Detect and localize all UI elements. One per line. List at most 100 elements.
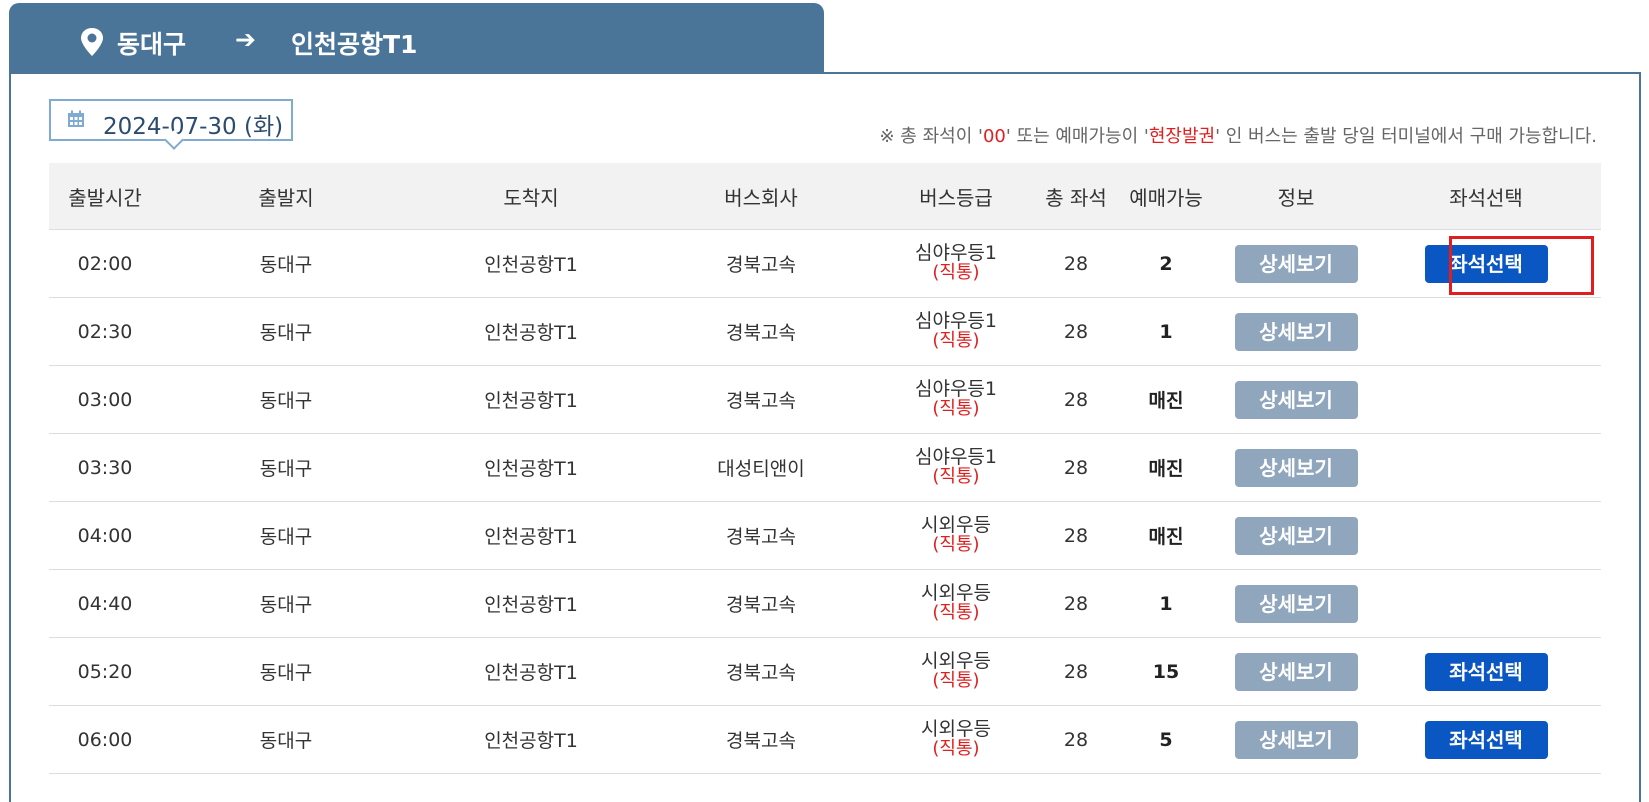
company-cell: 경북고속 (651, 501, 871, 570)
availability-cell: 1 (1111, 297, 1221, 366)
grade-label: 시외우등 (921, 650, 991, 672)
departure-time: 04:40 (49, 569, 161, 638)
total-seats-cell: 28 (1041, 229, 1111, 298)
availability-cell: 5 (1111, 705, 1221, 774)
detail-button[interactable]: 상세보기 (1234, 516, 1358, 555)
selection-highlight-box (1449, 236, 1594, 295)
table-row: 02:00 동대구 인천공항T1 경북고속 심야우등1 (직통) 28 2 상세보기 좌석선택 (49, 229, 1601, 298)
column-header: 버스등급 (871, 163, 1041, 230)
seat-select-cell (1371, 501, 1601, 570)
direct-label: (직통) (932, 534, 980, 555)
info-cell: 상세보기 (1221, 637, 1371, 706)
route-destination: 인천공항T1 (291, 30, 418, 59)
bus-schedule-table: 출발시간 출발지 도착지 버스회사 버스등급 총 좌석 예매가능 정보 좌석선택 02:00 동대… (49, 163, 1601, 774)
bus-grade: 시외우등 (직통) (921, 514, 991, 555)
bus-grade: 심야우등1 (직통) (914, 310, 997, 351)
direct-label: (직통) (932, 670, 980, 691)
seat-select-cell (1371, 569, 1601, 638)
column-header: 출발시간 (49, 163, 161, 230)
info-cell: 상세보기 (1221, 501, 1371, 570)
notice-text: ' 또는 예매가능이 ' (1005, 126, 1149, 147)
table-row: 05:20 동대구 인천공항T1 경북고속 시외우등 (직통) 28 15 상세보기 좌석선택 (49, 637, 1601, 706)
detail-button[interactable]: 상세보기 (1234, 312, 1358, 351)
destination-cell: 인천공항T1 (411, 365, 651, 434)
origin-cell: 동대구 (161, 569, 411, 638)
departure-time: 02:30 (49, 297, 161, 366)
info-cell: 상세보기 (1221, 365, 1371, 434)
availability-cell: 매진 (1111, 365, 1221, 434)
availability-cell: 매진 (1111, 501, 1221, 570)
grade-cell: 심야우등1 (직통) (871, 297, 1041, 366)
detail-button[interactable]: 상세보기 (1234, 720, 1358, 759)
info-cell: 상세보기 (1221, 433, 1371, 502)
grade-cell: 시외우등 (직통) (871, 501, 1041, 570)
detail-button[interactable]: 상세보기 (1234, 448, 1358, 487)
detail-button[interactable]: 상세보기 (1234, 652, 1358, 691)
detail-button[interactable]: 상세보기 (1234, 380, 1358, 419)
destination-cell: 인천공항T1 (411, 433, 651, 502)
direct-label: (직통) (932, 262, 980, 283)
direct-label: (직통) (932, 738, 980, 759)
bus-grade: 심야우등1 (직통) (914, 378, 997, 419)
grade-cell: 시외우등 (직통) (871, 705, 1041, 774)
departure-time: 06:00 (49, 705, 161, 774)
arrow-right-icon: ➔ (235, 25, 256, 54)
origin-cell: 동대구 (161, 637, 411, 706)
grade-label: 심야우등1 (914, 310, 997, 332)
bus-grade: 시외우등 (직통) (921, 720, 991, 759)
seat-select-button[interactable]: 좌석선택 (1424, 652, 1548, 691)
bus-grade: 시외우등 (직통) (921, 650, 991, 691)
detail-button[interactable]: 상세보기 (1234, 584, 1358, 623)
total-seats-cell: 28 (1041, 501, 1111, 570)
grade-label: 시외우등 (921, 582, 991, 604)
column-header: 출발지 (161, 163, 411, 230)
route-origin: 동대구 (117, 30, 187, 59)
origin-cell: 동대구 (161, 297, 411, 366)
bus-grade: 시외우등 (직통) (921, 582, 991, 623)
seat-select-button[interactable]: 좌석선택 (1424, 720, 1548, 759)
seat-select-cell: 좌석선택 (1371, 637, 1601, 706)
availability-cell: 2 (1111, 229, 1221, 298)
origin-cell: 동대구 (161, 705, 411, 774)
column-header: 좌석선택 (1371, 163, 1601, 230)
direct-label: (직통) (932, 466, 980, 487)
info-cell: 상세보기 (1221, 569, 1371, 638)
date-selector[interactable]: 2024-07-30 (화) (49, 99, 293, 141)
destination-cell: 인천공항T1 (411, 569, 651, 638)
company-cell: 경북고속 (651, 637, 871, 706)
total-seats-cell: 28 (1041, 569, 1111, 638)
location-pin-icon (81, 28, 103, 56)
departure-time: 04:00 (49, 501, 161, 570)
bus-grade: 심야우등1 (직통) (914, 446, 997, 487)
calendar-icon (68, 110, 84, 127)
departure-time: 05:20 (49, 637, 161, 706)
availability-cell: 1 (1111, 569, 1221, 638)
table-row: 02:30 동대구 인천공항T1 경북고속 심야우등1 (직통) 28 1 상세보기 (49, 297, 1601, 366)
table-header-row: 출발시간 출발지 도착지 버스회사 버스등급 총 좌석 예매가능 정보 좌석선택 (49, 163, 1601, 230)
info-cell: 상세보기 (1221, 297, 1371, 366)
company-cell: 경북고속 (651, 229, 871, 298)
company-cell: 대성티앤이 (651, 433, 871, 502)
column-header: 총 좌석 (1041, 163, 1111, 230)
availability-cell: 매진 (1111, 433, 1221, 502)
table-row: 04:40 동대구 인천공항T1 경북고속 시외우등 (직통) 28 1 상세보기 (49, 569, 1601, 638)
grade-label: 심야우등1 (914, 446, 997, 468)
total-seats-cell: 28 (1041, 297, 1111, 366)
seat-select-cell (1371, 297, 1601, 366)
detail-button[interactable]: 상세보기 (1234, 244, 1358, 283)
grade-label: 시외우등 (921, 514, 991, 536)
total-seats-cell: 28 (1041, 705, 1111, 774)
destination-cell: 인천공항T1 (411, 637, 651, 706)
seat-select-cell (1371, 433, 1601, 502)
destination-cell: 인천공항T1 (411, 705, 651, 774)
table-row: 06:00 동대구 인천공항T1 경북고속 시외우등 (직통) 28 5 상세보기 좌석선택 (49, 705, 1601, 774)
seat-select-cell: 좌석선택 (1371, 705, 1601, 774)
destination-cell: 인천공항T1 (411, 501, 651, 570)
notice-highlight-onsite: 현장발권 (1148, 126, 1216, 147)
grade-cell: 시외우등 (직통) (871, 569, 1041, 638)
destination-cell: 인천공항T1 (411, 297, 651, 366)
grade-label: 심야우등1 (914, 378, 997, 400)
departure-time: 02:00 (49, 229, 161, 298)
departure-time: 03:00 (49, 365, 161, 434)
departure-time: 03:30 (49, 433, 161, 502)
